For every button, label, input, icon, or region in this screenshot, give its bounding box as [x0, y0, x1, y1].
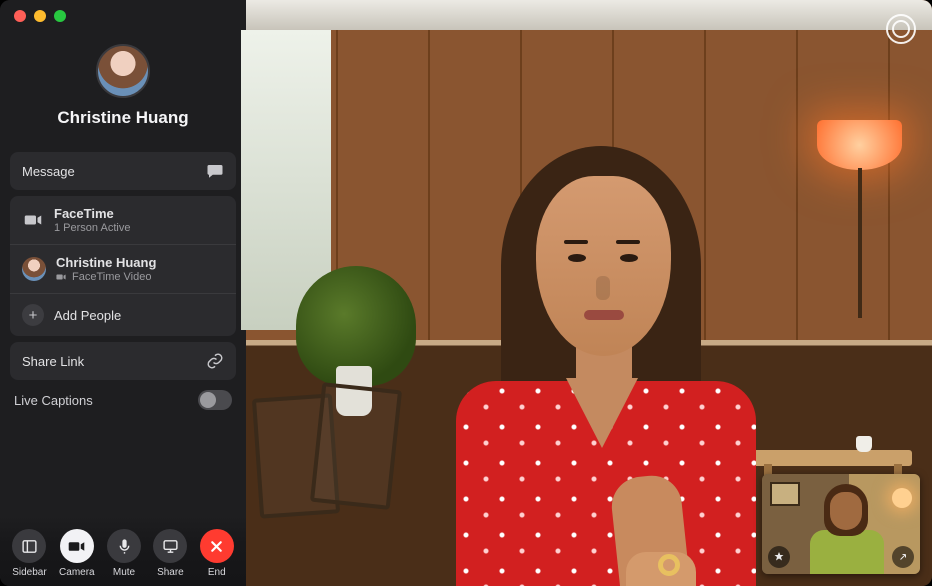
camera-icon	[60, 529, 94, 563]
pip-expand-button[interactable]	[892, 546, 914, 568]
end-call-button[interactable]: End	[200, 529, 234, 578]
live-captions-label: Live Captions	[14, 393, 198, 408]
screen-share-icon	[153, 529, 187, 563]
microphone-icon	[107, 529, 141, 563]
participant-row[interactable]: Christine Huang FaceTime Video	[10, 244, 236, 293]
camera-button[interactable]: Camera	[59, 529, 95, 578]
live-captions-row: Live Captions	[14, 390, 232, 410]
participants-panel: FaceTime 1 Person Active Christine Huang…	[10, 196, 236, 336]
remote-video[interactable]	[246, 0, 932, 586]
message-icon	[206, 162, 224, 180]
facetime-window: Christine Huang Message FaceTime 1 Perso…	[0, 0, 932, 586]
window-controls	[14, 10, 66, 22]
close-window-button[interactable]	[14, 10, 26, 22]
participant-avatar	[22, 257, 46, 281]
self-view-pip[interactable]	[762, 474, 920, 574]
pip-effects-button[interactable]	[768, 546, 790, 568]
call-status: 1 Person Active	[54, 222, 224, 234]
minimize-window-button[interactable]	[34, 10, 46, 22]
message-label: Message	[22, 164, 206, 179]
sidebar-icon	[12, 529, 46, 563]
end-button-label: End	[208, 567, 226, 578]
add-people-label: Add People	[54, 308, 224, 323]
remote-participant-video	[416, 106, 786, 586]
contact-avatar[interactable]	[96, 44, 150, 98]
share-button-label: Share	[157, 567, 184, 578]
share-link-panel: Share Link	[10, 342, 236, 380]
live-captions-toggle[interactable]	[198, 390, 232, 410]
video-small-icon	[56, 272, 68, 282]
fullscreen-window-button[interactable]	[54, 10, 66, 22]
call-service-name: FaceTime	[54, 206, 224, 221]
message-panel: Message	[10, 152, 236, 190]
close-icon	[200, 529, 234, 563]
camera-button-label: Camera	[59, 567, 95, 578]
participant-name: Christine Huang	[56, 255, 224, 270]
video-icon	[22, 209, 44, 231]
participant-mode: FaceTime Video	[72, 271, 151, 283]
call-service-row[interactable]: FaceTime 1 Person Active	[10, 196, 236, 244]
live-photo-button[interactable]	[886, 14, 916, 44]
call-toolbar: Sidebar Camera Mute Share	[0, 516, 246, 586]
mute-button[interactable]: Mute	[107, 529, 141, 578]
sidebar-button-label: Sidebar	[12, 567, 46, 578]
message-button[interactable]: Message	[10, 152, 236, 190]
add-people-button[interactable]: + Add People	[10, 293, 236, 336]
plus-icon: +	[22, 304, 44, 326]
contact-name: Christine Huang	[57, 108, 188, 128]
link-icon	[206, 352, 224, 370]
self-video	[802, 478, 892, 574]
mute-button-label: Mute	[113, 567, 135, 578]
share-link-label: Share Link	[22, 354, 206, 369]
share-screen-button[interactable]: Share	[153, 529, 187, 578]
sidebar-toggle-button[interactable]: Sidebar	[12, 529, 46, 578]
call-sidebar: Christine Huang Message FaceTime 1 Perso…	[0, 0, 246, 586]
share-link-button[interactable]: Share Link	[10, 342, 236, 380]
